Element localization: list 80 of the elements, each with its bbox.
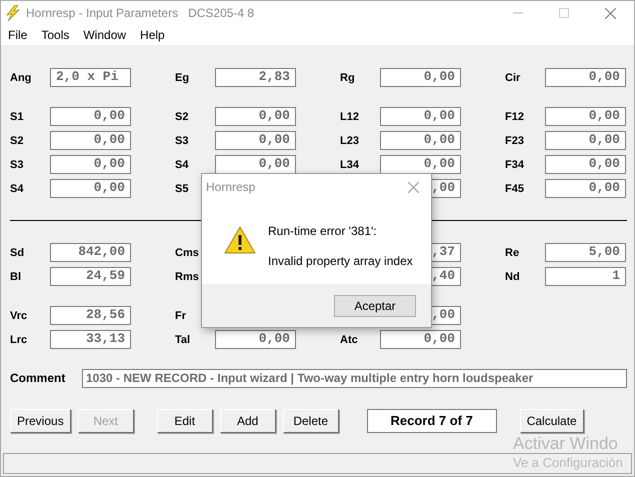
field-label: S3 — [175, 135, 188, 147]
field-label: Vrc — [10, 310, 28, 322]
comment-label: Comment — [10, 370, 66, 387]
input-field[interactable]: 0,00 — [380, 68, 461, 86]
field-label: F23 — [505, 135, 524, 147]
input-field[interactable]: 0,00 — [380, 154, 461, 174]
dialog-title: Hornresp — [206, 179, 256, 196]
close-icon[interactable] — [408, 182, 419, 192]
field-label: L12 — [340, 111, 359, 123]
field-label: S2 — [175, 111, 188, 123]
input-field[interactable]: 842,00 — [50, 242, 131, 262]
field-label: Sd — [10, 247, 24, 259]
input-field[interactable]: 0,00 — [215, 130, 296, 150]
field-label: Eg — [175, 72, 190, 84]
input-field[interactable]: 24,59 — [50, 266, 131, 286]
close-icon[interactable] — [605, 8, 616, 18]
input-field[interactable]: 0,00 — [380, 130, 461, 150]
field-label: S5 — [175, 183, 188, 195]
error-message: Invalid property array index — [268, 253, 413, 270]
field-label: F45 — [505, 183, 524, 195]
menu-item[interactable]: Tools — [41, 26, 70, 44]
field-label: L23 — [340, 135, 359, 147]
field-label: S1 — [10, 111, 24, 123]
maximize-icon[interactable] — [559, 8, 569, 18]
activation-notice: Ve a Configuración — [513, 454, 623, 472]
input-field[interactable]: 0,00 — [50, 106, 131, 126]
input-field[interactable]: 28,56 — [50, 306, 131, 324]
error-message: Run-time error '381': — [268, 223, 378, 240]
field-label: F34 — [505, 159, 524, 171]
field-label: Re — [505, 247, 520, 259]
input-field[interactable]: 0,00 — [380, 330, 461, 348]
input-field[interactable]: 0,00 — [545, 106, 626, 126]
field-label: Nd — [505, 271, 520, 283]
menu-item[interactable]: File — [8, 26, 28, 44]
input-field[interactable]: 0,00 — [50, 154, 131, 174]
input-field[interactable]: 0,00 — [545, 130, 626, 150]
accept-button[interactable]: Aceptar — [334, 294, 416, 316]
input-field[interactable]: 0,00 — [50, 130, 131, 150]
field-label: S4 — [10, 183, 24, 195]
toolbar-button[interactable]: Calculate — [520, 409, 584, 433]
input-field[interactable]: 2,83 — [215, 68, 296, 86]
field-label: Rg — [340, 72, 355, 84]
window-title: Hornresp - Input Parameters DCS205-4 8 — [26, 5, 254, 22]
toolbar-button[interactable]: Add — [220, 409, 276, 433]
field-label: L34 — [340, 159, 359, 171]
input-field[interactable]: 0,00 — [215, 154, 296, 174]
toolbar-button[interactable]: Previous — [10, 409, 71, 433]
input-field[interactable]: 0,00 — [215, 330, 296, 348]
lightning-icon — [6, 5, 20, 21]
input-field[interactable]: 0,00 — [545, 68, 626, 86]
field-label: F12 — [505, 111, 524, 123]
input-field[interactable]: 0,00 — [215, 106, 296, 126]
input-field[interactable]: 0,00 — [380, 106, 461, 126]
record-counter: Record 7 of 7 — [366, 409, 497, 433]
field-label: S2 — [10, 135, 24, 147]
input-field[interactable]: 0,00 — [545, 154, 626, 174]
comment-field[interactable]: 1030 - NEW RECORD - Input wizard | Two-way multiple entry horn loudspeaker — [82, 368, 627, 388]
field-label: Ang — [10, 72, 32, 84]
field-label: Rms — [175, 271, 199, 283]
input-field[interactable]: 0,00 — [50, 178, 131, 198]
menu-item[interactable]: Help — [140, 26, 165, 44]
field-label: Atc — [340, 334, 358, 346]
input-field[interactable]: 5,00 — [545, 242, 626, 262]
input-field[interactable]: 1 — [545, 266, 626, 286]
field-label: Fr — [175, 310, 186, 322]
field-label: Cir — [505, 72, 520, 84]
field-label: Tal — [175, 334, 190, 346]
activation-notice: Activar Windo — [513, 434, 618, 454]
field-label: S4 — [175, 159, 188, 171]
warning-icon — [224, 226, 256, 254]
toolbar-button[interactable]: Delete — [282, 409, 339, 433]
input-field[interactable]: 2,0 x Pi — [50, 68, 131, 86]
field-label: Bl — [10, 271, 21, 283]
menu-item[interactable]: Window — [83, 26, 126, 44]
field-label: Cms — [175, 247, 199, 259]
input-field[interactable]: 0,00 — [545, 178, 626, 198]
field-label: S3 — [10, 159, 24, 171]
toolbar-button[interactable]: Edit — [156, 409, 213, 433]
field-label: Lrc — [10, 334, 28, 346]
input-field[interactable]: 33,13 — [50, 330, 131, 348]
